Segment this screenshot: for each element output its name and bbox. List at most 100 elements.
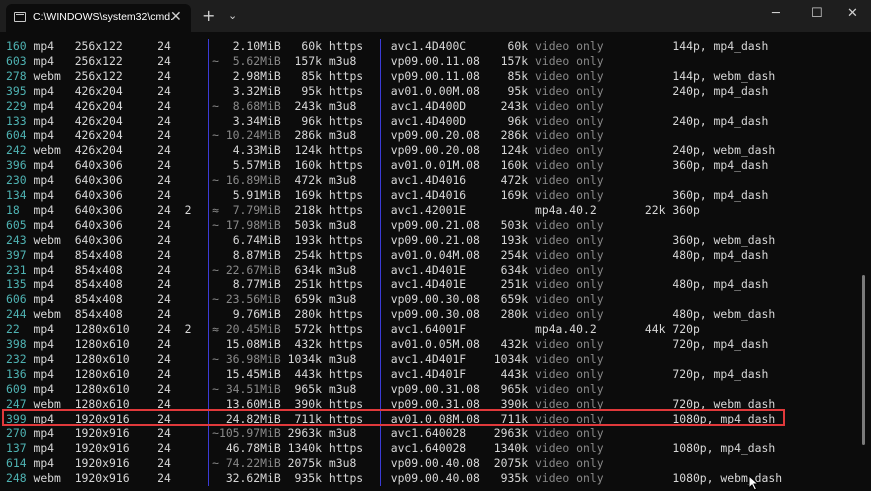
cell-proto: m3u8 xyxy=(328,98,357,113)
cell-tbr: 95k xyxy=(301,83,322,98)
cell-vbr: 157k xyxy=(500,53,529,68)
scrollbar[interactable] xyxy=(862,275,865,445)
cell-fps: 24 xyxy=(157,471,171,486)
cell-id: 137 xyxy=(6,441,27,456)
cell-acodec: video only xyxy=(534,247,604,262)
cell-more: 240p, mp4_dash xyxy=(672,83,769,98)
cell-proto: https xyxy=(328,113,364,128)
column-separator xyxy=(379,322,381,338)
cell-tilde: ~ xyxy=(212,128,219,143)
new-tab-button[interactable]: + xyxy=(202,6,215,25)
cell-id: 398 xyxy=(6,337,27,351)
cell-fps: 24 xyxy=(157,441,171,456)
chevron-down-icon[interactable]: ⌄ xyxy=(228,9,237,22)
terminal-icon xyxy=(14,12,26,22)
cell-ext: mp4 xyxy=(33,202,55,217)
cell-id: 609 xyxy=(6,381,27,396)
cell-proto: m3u8 xyxy=(328,262,357,277)
cell-id: 232 xyxy=(6,351,27,366)
cell-ext: mp4 xyxy=(33,188,55,202)
minimize-button[interactable]: ─ xyxy=(772,6,780,21)
cell-size: 16.89MiB xyxy=(225,173,281,188)
cell-vcodec: av01.0.01M.08 xyxy=(390,158,480,173)
cell-id: 136 xyxy=(6,366,27,381)
cell-size: 3.34MiB xyxy=(232,113,281,128)
cell-proto: m3u8 xyxy=(328,381,357,396)
cell-proto: https xyxy=(328,232,364,247)
cell-tbr: 503k xyxy=(294,217,322,232)
column-separator xyxy=(379,351,381,367)
cell-tbr: 634k xyxy=(294,262,322,277)
cell-acodec: video only xyxy=(534,143,604,158)
cell-fps: 24 xyxy=(157,337,171,351)
cell-vcodec: vp09.00.40.08 xyxy=(390,456,480,471)
mouse-cursor-icon xyxy=(748,475,760,491)
cell-vcodec: avc1.4D4016 xyxy=(390,188,467,202)
cell-res: 640x306 xyxy=(74,158,123,173)
tab-cmd[interactable]: C:\WINDOWS\system32\cmd. ✕ xyxy=(6,4,191,32)
cell-fps: 24 xyxy=(157,39,171,53)
cell-acodec: video only xyxy=(534,53,604,68)
cell-vbr: 160k xyxy=(500,158,529,173)
selected-row-highlight xyxy=(2,409,785,426)
cell-res: 854x408 xyxy=(74,292,123,307)
cell-size: 5.62MiB xyxy=(232,53,281,68)
cell-id: 133 xyxy=(6,113,27,128)
cell-id: 160 xyxy=(6,39,27,53)
cell-ext: mp4 xyxy=(33,277,55,292)
column-separator xyxy=(379,247,381,263)
column-separator xyxy=(379,143,381,159)
cell-fps: 24 xyxy=(157,292,171,307)
cell-id: 242 xyxy=(6,143,27,158)
cell-id: 231 xyxy=(6,262,27,277)
cell-tbr: 1034k xyxy=(287,351,322,366)
cell-size: 105.97MiB xyxy=(218,426,281,441)
column-separator xyxy=(208,337,210,352)
cell-acodec: video only xyxy=(534,83,604,98)
cell-acodec: video only xyxy=(534,307,604,322)
cell-vbr: 2963k xyxy=(493,426,529,441)
cell-id: 396 xyxy=(6,158,27,173)
cell-tilde: ~ xyxy=(212,426,219,441)
cell-acodec: video only xyxy=(534,381,604,396)
cell-res: 1920x916 xyxy=(74,471,130,486)
cell-more: 360p, mp4_dash xyxy=(672,188,769,202)
cell-ext: mp4 xyxy=(33,426,55,441)
cell-res: 1920x916 xyxy=(74,456,130,471)
cell-ext: mp4 xyxy=(33,128,55,143)
cell-acodec: video only xyxy=(534,158,604,173)
maximize-button[interactable]: ☐ xyxy=(811,6,823,21)
cell-res: 1280x610 xyxy=(74,351,130,366)
close-window-button[interactable]: ✕ xyxy=(847,6,858,21)
cell-acodec: video only xyxy=(534,128,604,143)
cell-vcodec: avc1.4D400D xyxy=(390,98,467,113)
cell-tbr: 432k xyxy=(294,337,322,351)
cell-tbr: 251k xyxy=(294,277,322,292)
cell-ch: 2 xyxy=(184,202,192,217)
cell-id: 606 xyxy=(6,292,27,307)
cell-id: 134 xyxy=(6,188,27,202)
column-separator xyxy=(208,277,210,293)
cell-fps: 24 xyxy=(157,307,171,322)
cell-fps: 24 xyxy=(157,426,171,441)
cell-res: 426x204 xyxy=(74,98,123,113)
cell-proto: m3u8 xyxy=(328,351,357,366)
cell-tbr: 96k xyxy=(301,113,322,128)
column-separator xyxy=(208,53,210,69)
cell-fps: 24 xyxy=(157,217,171,232)
cell-acodec: video only xyxy=(534,441,604,456)
cell-vcodec: avc1.4D4016 xyxy=(390,173,467,188)
cell-size: 23.56MiB xyxy=(225,292,281,307)
column-separator xyxy=(208,471,210,487)
cell-tbr: 193k xyxy=(294,232,322,247)
cell-more: 144p, mp4_dash xyxy=(672,39,769,53)
cell-res: 640x306 xyxy=(74,232,123,247)
cell-fps: 24 xyxy=(157,277,171,292)
cell-id: 248 xyxy=(6,471,27,486)
cell-tilde: ~ xyxy=(212,292,219,307)
cell-size: 5.57MiB xyxy=(232,158,281,173)
close-tab-icon[interactable]: ✕ xyxy=(170,9,182,25)
title-bar: C:\WINDOWS\system32\cmd. ✕ + ⌄ ─ ☐ ✕ xyxy=(0,0,871,32)
cell-size: 8.87MiB xyxy=(232,247,281,262)
cell-fps: 24 xyxy=(157,68,171,83)
